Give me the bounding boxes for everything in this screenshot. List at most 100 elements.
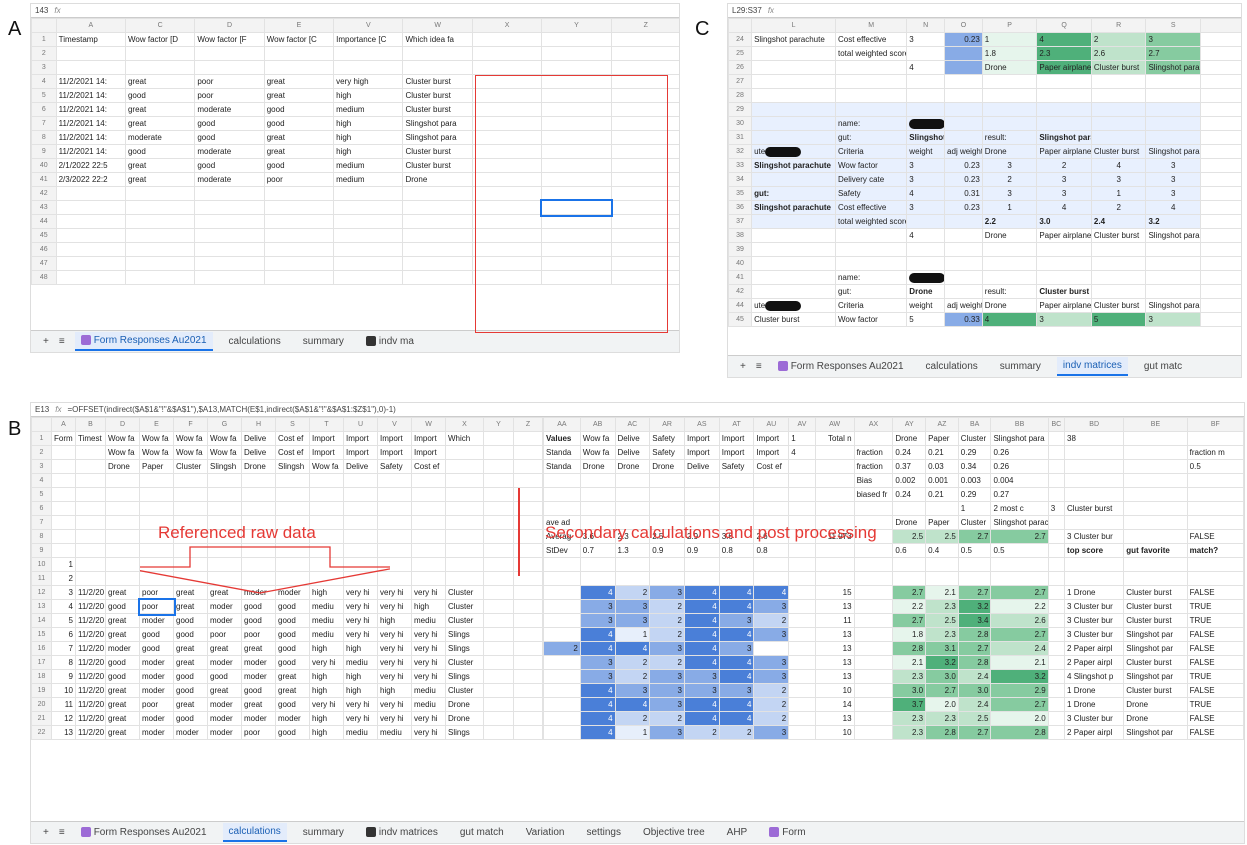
cell[interactable]: Drone (981, 228, 1038, 243)
cell[interactable] (1123, 515, 1188, 530)
cell[interactable] (105, 529, 140, 544)
cell[interactable] (402, 256, 473, 271)
cell[interactable]: 11/2/20 (75, 683, 106, 698)
cell[interactable] (51, 473, 76, 488)
cell[interactable] (207, 501, 242, 516)
cell[interactable]: 3.0 (925, 669, 959, 684)
header-cell[interactable] (471, 32, 543, 47)
cell[interactable] (483, 585, 514, 600)
cell[interactable]: good (275, 697, 310, 712)
cell[interactable]: Delive (614, 445, 651, 460)
row-header[interactable]: 19 (31, 683, 52, 698)
cell[interactable]: very hi (411, 585, 446, 600)
cell[interactable]: poor (194, 74, 265, 89)
add-sheet-icon[interactable]: + (43, 827, 49, 838)
cell[interactable]: moder (207, 613, 242, 628)
cell[interactable]: Cluster burst (1123, 613, 1188, 628)
cell[interactable] (1036, 256, 1092, 271)
cell[interactable]: 4 (683, 711, 720, 726)
cell[interactable] (194, 228, 265, 243)
column-header[interactable]: A (55, 18, 126, 33)
cell[interactable] (263, 256, 335, 271)
row-header[interactable]: 6 (31, 501, 52, 516)
cell[interactable]: 4 (614, 697, 651, 712)
cell[interactable] (543, 697, 581, 712)
cell[interactable]: 2.3 (892, 711, 927, 726)
cell[interactable]: 0.21 (925, 445, 959, 460)
cell[interactable]: FALSE (1186, 585, 1244, 600)
cell[interactable] (1036, 74, 1092, 89)
cell[interactable] (139, 473, 174, 488)
sheet-tab[interactable]: Objective tree (637, 824, 711, 841)
cell[interactable]: 11/2/20 (75, 599, 106, 614)
cell[interactable]: moder (207, 599, 242, 614)
cell[interactable] (483, 445, 514, 460)
cell[interactable]: 3 (1145, 186, 1201, 201)
cell[interactable] (981, 270, 1038, 285)
cell[interactable]: 38 (1064, 431, 1125, 446)
cell[interactable] (614, 557, 651, 572)
cell[interactable]: medium (333, 158, 404, 173)
cell[interactable] (788, 697, 816, 712)
cell[interactable]: good (263, 116, 335, 131)
cell[interactable]: 2 most c (990, 501, 1049, 516)
cell[interactable]: 3 (579, 599, 616, 614)
cell[interactable]: 2.1 (990, 655, 1049, 670)
cell[interactable]: 3 Cluster bur (1064, 613, 1125, 628)
cell[interactable]: 1 (51, 557, 76, 572)
cell[interactable]: very hi (343, 627, 378, 642)
cell[interactable] (263, 242, 335, 257)
cell[interactable]: Standa (543, 445, 581, 460)
cell[interactable] (1047, 571, 1066, 586)
cell[interactable] (1064, 557, 1125, 572)
cell[interactable]: Import (411, 445, 446, 460)
cell[interactable]: 1 Drone (1064, 585, 1125, 600)
cell[interactable] (751, 242, 836, 257)
cell[interactable]: very hi (377, 655, 412, 670)
cell[interactable]: 3 (51, 585, 76, 600)
cell[interactable] (513, 431, 543, 446)
cell[interactable]: Slingshot parachute (751, 158, 836, 173)
cell[interactable] (124, 270, 196, 285)
cell[interactable]: 10 (51, 683, 76, 698)
cell[interactable]: Delive (614, 431, 651, 446)
cell[interactable]: good (241, 599, 276, 614)
cell[interactable]: great (124, 116, 196, 131)
cell[interactable]: moder (105, 641, 140, 656)
cell[interactable]: 5 (1090, 312, 1147, 327)
cell[interactable]: great (207, 641, 242, 656)
cell[interactable]: good (275, 613, 310, 628)
cell[interactable] (788, 543, 816, 558)
cell[interactable] (402, 214, 473, 229)
cell[interactable] (124, 60, 196, 75)
cell[interactable]: good (105, 655, 140, 670)
cell[interactable]: 4 (579, 627, 616, 642)
cell[interactable] (75, 557, 106, 572)
cell[interactable]: 4 (1036, 200, 1092, 215)
cell[interactable] (445, 515, 484, 530)
column-header[interactable]: Z (610, 18, 679, 33)
cell[interactable] (263, 214, 335, 229)
cell[interactable] (751, 60, 836, 75)
cell[interactable] (788, 725, 816, 740)
cell[interactable] (513, 683, 543, 698)
cell[interactable] (75, 543, 106, 558)
cell[interactable]: Wow fa (173, 431, 208, 446)
cell[interactable]: very hi (411, 725, 446, 740)
header-cell[interactable]: Wow factor [D (124, 32, 196, 47)
cell[interactable] (333, 186, 404, 201)
cell[interactable]: very hi (411, 711, 446, 726)
all-sheets-icon[interactable]: ≡ (59, 336, 65, 347)
cell[interactable]: Drone (445, 711, 484, 726)
cell[interactable]: 0.004 (990, 473, 1049, 488)
cell[interactable] (788, 557, 816, 572)
cell[interactable] (1047, 585, 1066, 600)
cell[interactable]: 2.8 (990, 725, 1049, 740)
header-cell[interactable]: Which idea fa (402, 32, 473, 47)
cell[interactable]: 3 (906, 200, 946, 215)
cell[interactable]: Delive (241, 431, 276, 446)
cell[interactable]: 3 Cluster bur (1064, 711, 1125, 726)
sheet-tab[interactable]: gut match (454, 824, 510, 841)
cell[interactable] (513, 697, 543, 712)
cell[interactable]: 0.23 (944, 158, 983, 173)
